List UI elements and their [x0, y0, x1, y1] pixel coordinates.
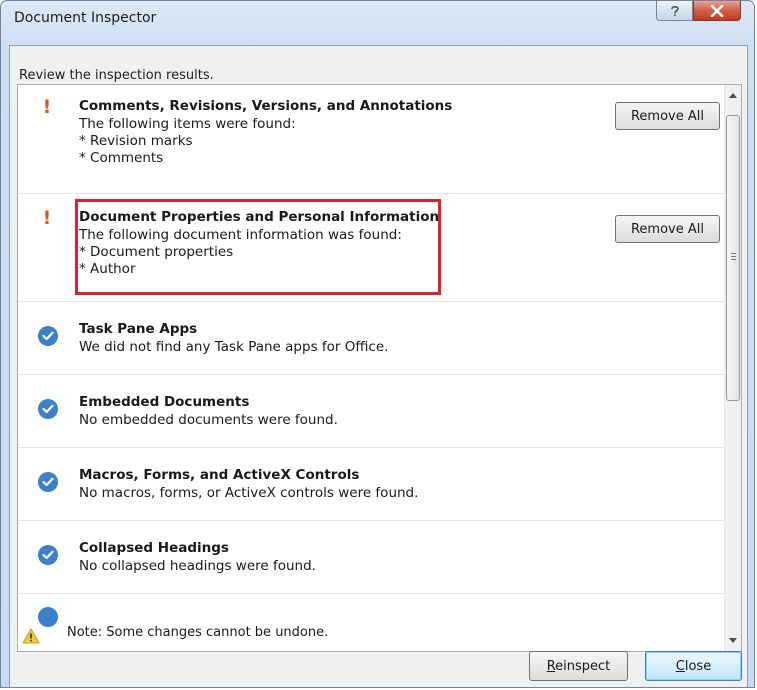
- dialog-body: Review the inspection results. ! Comment…: [9, 45, 748, 687]
- thumb-grip-icon: [731, 253, 736, 260]
- close-button[interactable]: Close: [645, 651, 742, 681]
- warning-exclamation-icon: !: [42, 207, 52, 229]
- note-text: Note: Some changes cannot be undone.: [67, 625, 329, 640]
- result-detail: * Document properties: [79, 244, 234, 260]
- window-title: Document Inspector: [14, 10, 157, 26]
- result-description: The following document information was f…: [79, 227, 402, 243]
- result-title: Comments, Revisions, Versions, and Annot…: [79, 98, 453, 114]
- result-description: The following items were found:: [79, 116, 296, 132]
- close-label: Close: [675, 658, 712, 674]
- result-item-comments: ! Comments, Revisions, Versions, and Ann…: [18, 85, 724, 194]
- help-icon: [670, 5, 679, 16]
- scroll-down-arrow-icon[interactable]: [725, 632, 741, 649]
- reinspect-label: Reinspect: [546, 658, 611, 674]
- result-description: No macros, forms, or ActiveX controls we…: [79, 485, 419, 501]
- result-title: Task Pane Apps: [79, 321, 198, 337]
- result-detail: * Comments: [79, 150, 164, 166]
- scroll-thumb[interactable]: [726, 115, 740, 401]
- close-x-icon: [710, 4, 724, 17]
- document-inspector-dialog: Document Inspector Review the inspection…: [0, 0, 755, 688]
- result-title: Collapsed Headings: [79, 540, 229, 556]
- warning-exclamation-icon: !: [42, 96, 52, 118]
- warning-triangle-icon: [22, 628, 40, 644]
- results-list: ! Comments, Revisions, Versions, and Ann…: [17, 84, 742, 652]
- scroll-up-arrow-icon[interactable]: [725, 87, 741, 104]
- checkmark-icon: [38, 472, 58, 492]
- title-bar: Document Inspector: [1, 1, 754, 41]
- result-item-macros-forms: Macros, Forms, and ActiveX Controls No m…: [18, 448, 724, 521]
- note-row: [22, 626, 40, 646]
- result-item-task-pane-apps: Task Pane Apps We did not find any Task …: [18, 302, 724, 375]
- help-button[interactable]: [656, 1, 693, 21]
- result-item-document-properties: ! Document Properties and Personal Infor…: [18, 194, 724, 302]
- result-detail: * Revision marks: [79, 133, 193, 149]
- checkmark-icon: [38, 399, 58, 419]
- result-description: We did not find any Task Pane apps for O…: [79, 339, 389, 355]
- result-description: No embedded documents were found.: [79, 412, 338, 428]
- checkmark-icon: [38, 326, 58, 346]
- remove-all-comments-button[interactable]: Remove All: [615, 102, 720, 130]
- result-title: Embedded Documents: [79, 394, 250, 410]
- result-title: Document Properties and Personal Informa…: [79, 209, 440, 225]
- checkmark-icon: [38, 545, 58, 565]
- result-detail: * Author: [79, 261, 136, 277]
- reinspect-button[interactable]: Reinspect: [529, 651, 628, 681]
- result-title: Macros, Forms, and ActiveX Controls: [79, 467, 360, 483]
- checkmark-icon-partial: [38, 607, 58, 627]
- window-close-button[interactable]: [693, 1, 741, 21]
- review-label: Review the inspection results.: [19, 68, 214, 83]
- vertical-scrollbar[interactable]: [724, 85, 741, 651]
- result-item-collapsed-headings: Collapsed Headings No collapsed headings…: [18, 521, 724, 594]
- remove-all-properties-button[interactable]: Remove All: [615, 215, 720, 243]
- result-description: No collapsed headings were found.: [79, 558, 316, 574]
- result-item-embedded-documents: Embedded Documents No embedded documents…: [18, 375, 724, 448]
